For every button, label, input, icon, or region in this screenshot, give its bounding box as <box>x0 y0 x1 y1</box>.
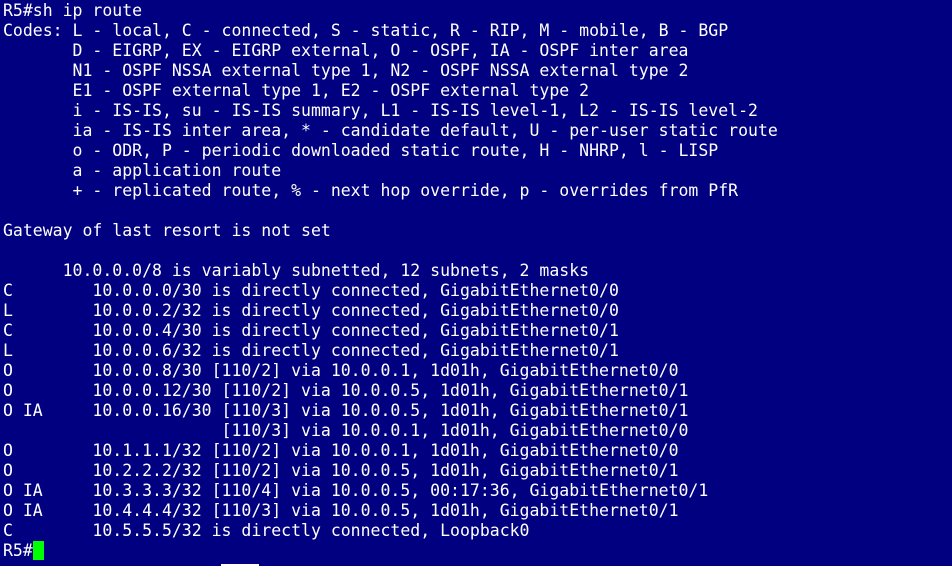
terminal-line: O 10.2.2.2/32 [110/2] via 10.0.0.5, 1d01… <box>3 461 679 480</box>
terminal-line: i - IS-IS, su - IS-IS summary, L1 - IS-I… <box>3 101 758 120</box>
terminal-line: 10.0.0.0/8 is variably subnetted, 12 sub… <box>3 261 590 280</box>
terminal-line: Gateway of last resort is not set <box>3 221 331 240</box>
terminal-line: E1 - OSPF external type 1, E2 - OSPF ext… <box>3 81 590 100</box>
terminal-line: C 10.0.0.0/30 is directly connected, Gig… <box>3 281 619 300</box>
terminal-line: a - application route <box>3 161 282 180</box>
terminal-output: R5#sh ip route Codes: L - local, C - conn… <box>3 1 952 541</box>
terminal-line: + - replicated route, % - next hop overr… <box>3 181 739 200</box>
terminal-line: O 10.1.1.1/32 [110/2] via 10.0.0.1, 1d01… <box>3 441 679 460</box>
terminal-line: O 10.0.0.8/30 [110/2] via 10.0.0.1, 1d01… <box>3 361 679 380</box>
terminal-line: D - EIGRP, EX - EIGRP external, O - OSPF… <box>3 41 689 60</box>
terminal-line: N1 - OSPF NSSA external type 1, N2 - OSP… <box>3 61 689 80</box>
terminal-line: ia - IS-IS inter area, * - candidate def… <box>3 121 778 140</box>
terminal-line: O IA 10.0.0.16/30 [110/3] via 10.0.0.5, … <box>3 401 689 420</box>
terminal-line: Codes: L - local, C - connected, S - sta… <box>3 21 729 40</box>
terminal-line: O 10.0.0.12/30 [110/2] via 10.0.0.5, 1d0… <box>3 381 689 400</box>
terminal-line: O IA 10.3.3.3/32 [110/4] via 10.0.0.5, 0… <box>3 481 709 500</box>
terminal-line: C 10.5.5.5/32 is directly connected, Loo… <box>3 521 530 540</box>
terminal-line: L 10.0.0.2/32 is directly connected, Gig… <box>3 301 619 320</box>
terminal-line: C 10.0.0.4/30 is directly connected, Gig… <box>3 321 619 340</box>
terminal-line: o - ODR, P - periodic downloaded static … <box>3 141 719 160</box>
prompt-text: R5# <box>3 541 33 560</box>
terminal-line: [110/3] via 10.0.0.1, 1d01h, GigabitEthe… <box>3 421 689 440</box>
terminal-line: R5#sh ip route <box>3 1 143 20</box>
text-cursor <box>32 541 44 560</box>
terminal-line: L 10.0.0.6/32 is directly connected, Gig… <box>3 341 619 360</box>
terminal-line: O IA 10.4.4.4/32 [110/3] via 10.0.0.5, 1… <box>3 501 679 520</box>
command-prompt-line[interactable]: R5# <box>3 541 952 561</box>
terminal-window[interactable]: R5#sh ip route Codes: L - local, C - conn… <box>0 0 952 566</box>
